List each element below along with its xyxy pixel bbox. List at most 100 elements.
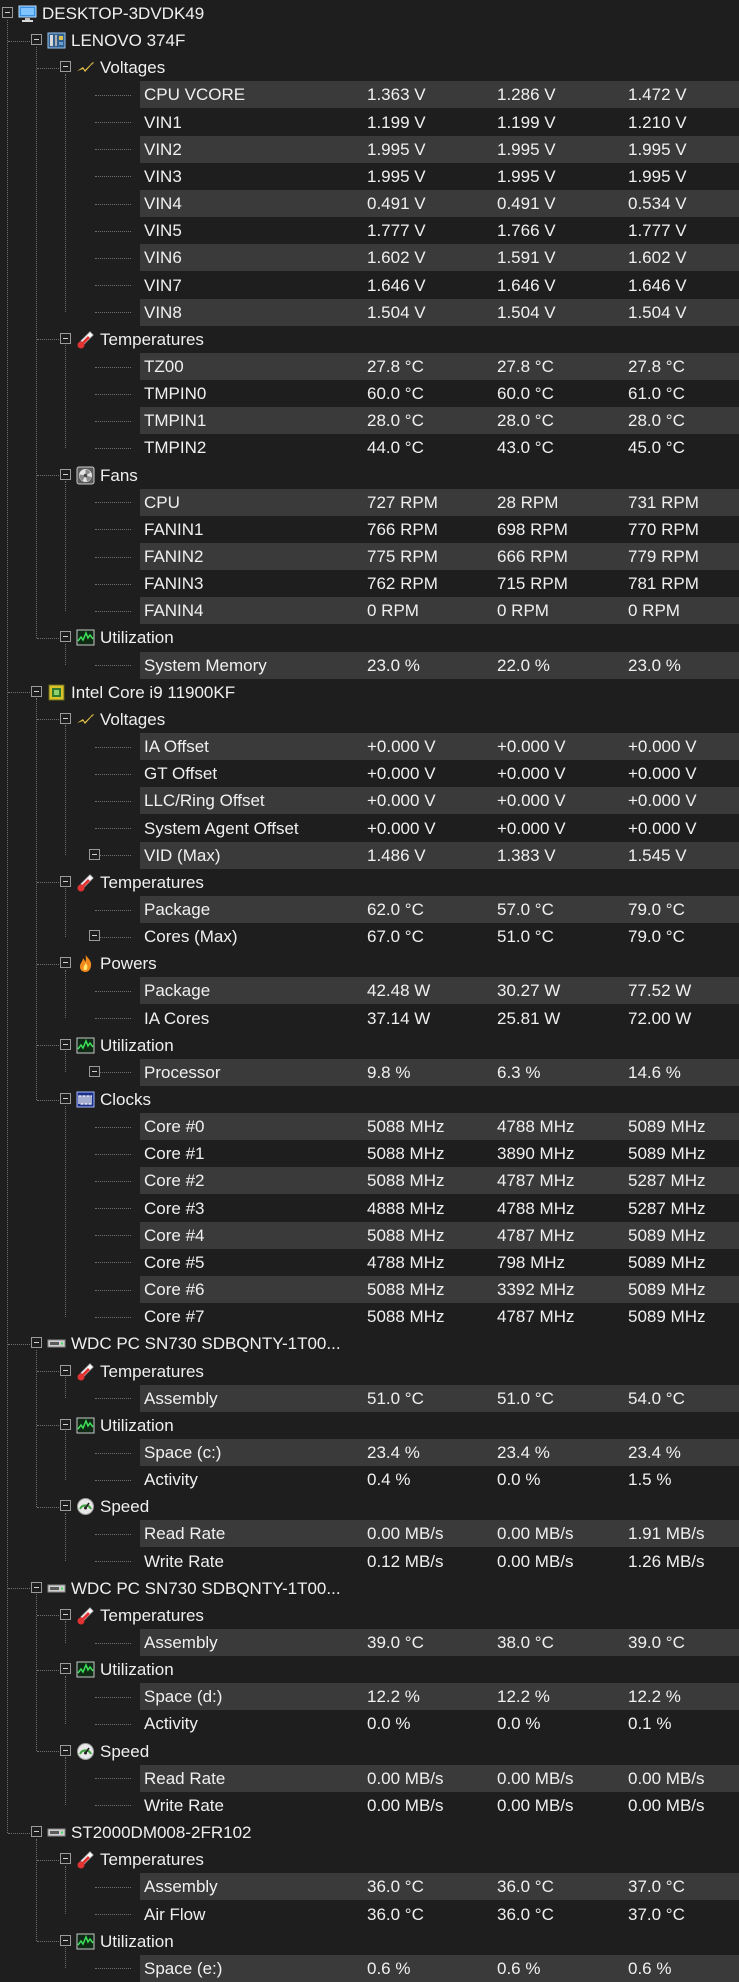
sensor-row-core-5[interactable]: Core #5 4788 MHz 798 MHz 5089 MHz (0, 1249, 739, 1276)
sensor-row-vin2[interactable]: VIN2 1.995 V 1.995 V 1.995 V (0, 135, 739, 163)
sensor-row-ia-cores[interactable]: IA Cores 37.14 W 25.81 W 72.00 W (0, 1005, 739, 1032)
sensor-row-vin6[interactable]: VIN6 1.602 V 1.591 V 1.602 V (0, 244, 739, 272)
tree-group-desktop-3dvdk49[interactable]: DESKTOP-3DVDK49 (0, 0, 739, 27)
sensor-row-air-flow[interactable]: Air Flow 36.0 °C 36.0 °C 37.0 °C (0, 1901, 739, 1928)
sensor-row-cpu-vcore[interactable]: CPU VCORE 1.363 V 1.286 V 1.472 V (0, 81, 739, 109)
tree-group-fans[interactable]: Fans (0, 462, 739, 489)
sensor-row-vin1[interactable]: VIN1 1.199 V 1.199 V 1.210 V (0, 109, 739, 136)
tree-group-st2000dm008-2fr102[interactable]: ST2000DM008-2FR102 (0, 1819, 739, 1846)
sensor-row-write-rate[interactable]: Write Rate 0.00 MB/s 0.00 MB/s 0.00 MB/s (0, 1792, 739, 1819)
sensor-row-space-c[interactable]: Space (c:) 23.4 % 23.4 % 23.4 % (0, 1438, 739, 1466)
collapse-toggle[interactable] (60, 875, 71, 887)
tree-group-speed[interactable]: Speed (0, 1493, 739, 1520)
sensor-row-vin3[interactable]: VIN3 1.995 V 1.995 V 1.995 V (0, 163, 739, 190)
sensor-row-activity[interactable]: Activity 0.4 % 0.0 % 1.5 % (0, 1466, 739, 1493)
tree-group-powers[interactable]: Powers (0, 950, 739, 977)
tree-group-temperatures[interactable]: Temperatures (0, 1358, 739, 1385)
collapse-toggle[interactable] (60, 1608, 71, 1620)
tree-group-temperatures[interactable]: Temperatures (0, 1602, 739, 1629)
tree-group-utilization[interactable]: Utilization (0, 1928, 739, 1955)
tree-group-speed[interactable]: Speed (0, 1738, 739, 1765)
tree-group-utilization[interactable]: Utilization (0, 1656, 739, 1683)
sensor-row-package[interactable]: Package 42.48 W 30.27 W 77.52 W (0, 977, 739, 1005)
sensor-row-write-rate[interactable]: Write Rate 0.12 MB/s 0.00 MB/s 1.26 MB/s (0, 1548, 739, 1575)
tree-group-temperatures[interactable]: Temperatures (0, 869, 739, 896)
tree-group-utilization[interactable]: Utilization (0, 624, 739, 651)
collapse-toggle[interactable] (60, 957, 71, 969)
sensor-row-read-rate[interactable]: Read Rate 0.00 MB/s 0.00 MB/s 1.91 MB/s (0, 1520, 739, 1548)
collapse-toggle[interactable] (31, 685, 42, 697)
tree-group-clocks[interactable]: Clocks (0, 1086, 739, 1113)
collapse-toggle[interactable] (60, 1364, 71, 1376)
sensor-row-cpu[interactable]: CPU 727 RPM 28 RPM 731 RPM (0, 488, 739, 516)
sensor-row-gt-offset[interactable]: GT Offset +0.000 V +0.000 V +0.000 V (0, 760, 739, 787)
expand-toggle[interactable] (89, 1065, 100, 1077)
collapse-toggle[interactable] (60, 1093, 71, 1104)
collapse-toggle[interactable] (60, 631, 71, 643)
sensor-row-fanin4[interactable]: FANIN4 0 RPM 0 RPM 0 RPM (0, 597, 739, 625)
sensor-row-vin4[interactable]: VIN4 0.491 V 0.491 V 0.534 V (0, 190, 739, 218)
sensor-row-read-rate[interactable]: Read Rate 0.00 MB/s 0.00 MB/s 0.00 MB/s (0, 1764, 739, 1792)
tree-group-utilization[interactable]: Utilization (0, 1412, 739, 1439)
sensor-row-system-agent-offset[interactable]: System Agent Offset +0.000 V +0.000 V +0.00… (0, 815, 739, 842)
sensor-row-fanin1[interactable]: FANIN1 766 RPM 698 RPM 770 RPM (0, 516, 739, 543)
tree-group-temperatures[interactable]: Temperatures (0, 1846, 739, 1873)
tree-group-wdc-pc-sn730-sdbqnty-1t00[interactable]: WDC PC SN730 SDBQNTY-1T00... (0, 1575, 739, 1602)
sensor-row-package[interactable]: Package 62.0 °C 57.0 °C 79.0 °C (0, 895, 739, 923)
collapse-toggle[interactable] (60, 1500, 71, 1512)
collapse-toggle[interactable] (60, 1744, 71, 1756)
sensor-row-activity[interactable]: Activity 0.0 % 0.0 % 0.1 % (0, 1710, 739, 1737)
sensor-row-assembly[interactable]: Assembly 51.0 °C 51.0 °C 54.0 °C (0, 1384, 739, 1412)
collapse-toggle[interactable] (31, 1826, 42, 1838)
collapse-toggle[interactable] (60, 1038, 71, 1050)
sensor-row-vid-max[interactable]: VID (Max) 1.486 V 1.383 V 1.545 V (0, 841, 739, 869)
collapse-toggle[interactable] (60, 1663, 71, 1675)
collapse-toggle[interactable] (60, 712, 71, 724)
tree-group-voltages[interactable]: Voltages (0, 54, 739, 81)
tree-group-intel-core-i9-11900kf[interactable]: Intel Core i9 11900KF (0, 679, 739, 706)
collapse-toggle[interactable] (31, 1581, 42, 1593)
sensor-row-ia-offset[interactable]: IA Offset +0.000 V +0.000 V +0.000 V (0, 733, 739, 761)
expand-toggle[interactable] (89, 848, 100, 860)
sensor-row-core-7[interactable]: Core #7 5088 MHz 4787 MHz 5089 MHz (0, 1303, 739, 1330)
expand-toggle[interactable] (89, 930, 100, 942)
tree-group-lenovo-374f[interactable]: LENOVO 374F (0, 27, 739, 54)
sensor-row-system-memory[interactable]: System Memory 23.0 % 22.0 % 23.0 % (0, 651, 739, 679)
tree-group-voltages[interactable]: Voltages (0, 706, 739, 733)
tree-group-utilization[interactable]: Utilization (0, 1032, 739, 1059)
collapse-toggle[interactable] (60, 468, 71, 480)
tree-group-wdc-pc-sn730-sdbqnty-1t00[interactable]: WDC PC SN730 SDBQNTY-1T00... (0, 1330, 739, 1357)
collapse-toggle[interactable] (60, 1934, 71, 1946)
collapse-toggle[interactable] (60, 332, 71, 344)
sensor-row-core-3[interactable]: Core #3 4888 MHz 4788 MHz 5287 MHz (0, 1195, 739, 1222)
collapse-toggle[interactable] (31, 34, 42, 46)
sensor-row-fanin3[interactable]: FANIN3 762 RPM 715 RPM 781 RPM (0, 570, 739, 597)
collapse-toggle[interactable] (2, 7, 13, 18)
sensor-row-tz00[interactable]: TZ00 27.8 °C 27.8 °C 27.8 °C (0, 352, 739, 380)
collapse-toggle[interactable] (60, 1418, 71, 1430)
sensor-row-cores-max[interactable]: Cores (Max) 67.0 °C 51.0 °C 79.0 °C (0, 923, 739, 950)
sensor-tree[interactable]: DESKTOP-3DVDK49 LENOVO 374F Voltages CPU VC… (0, 0, 739, 1982)
sensor-row-llc-ring-offset[interactable]: LLC/Ring Offset +0.000 V +0.000 V +0.000 V (0, 787, 739, 815)
sensor-row-space-e[interactable]: Space (e:) 0.6 % 0.6 % 0.6 % (0, 1954, 739, 1982)
collapse-toggle[interactable] (60, 61, 71, 73)
sensor-row-processor[interactable]: Processor 9.8 % 6.3 % 14.6 % (0, 1058, 739, 1086)
sensor-row-assembly[interactable]: Assembly 39.0 °C 38.0 °C 39.0 °C (0, 1629, 739, 1656)
sensor-row-vin8[interactable]: VIN8 1.504 V 1.504 V 1.504 V (0, 298, 739, 326)
sensor-row-vin5[interactable]: VIN5 1.777 V 1.766 V 1.777 V (0, 217, 739, 244)
collapse-toggle[interactable] (60, 1853, 71, 1865)
sensor-row-vin7[interactable]: VIN7 1.646 V 1.646 V 1.646 V (0, 272, 739, 299)
sensor-row-tmpin0[interactable]: TMPIN0 60.0 °C 60.0 °C 61.0 °C (0, 380, 739, 407)
collapse-toggle[interactable] (31, 1337, 42, 1349)
sensor-row-core-2[interactable]: Core #2 5088 MHz 4787 MHz 5287 MHz (0, 1167, 739, 1195)
sensor-row-tmpin1[interactable]: TMPIN1 28.0 °C 28.0 °C 28.0 °C (0, 407, 739, 435)
tree-group-temperatures[interactable]: Temperatures (0, 326, 739, 353)
sensor-row-core-6[interactable]: Core #6 5088 MHz 3392 MHz 5089 MHz (0, 1276, 739, 1304)
sensor-row-core-1[interactable]: Core #1 5088 MHz 3890 MHz 5089 MHz (0, 1140, 739, 1167)
sensor-row-fanin2[interactable]: FANIN2 775 RPM 666 RPM 779 RPM (0, 543, 739, 570)
sensor-row-core-0[interactable]: Core #0 5088 MHz 4788 MHz 5089 MHz (0, 1113, 739, 1141)
sensor-row-space-d[interactable]: Space (d:) 12.2 % 12.2 % 12.2 % (0, 1683, 739, 1711)
sensor-row-tmpin2[interactable]: TMPIN2 44.0 °C 43.0 °C 45.0 °C (0, 434, 739, 461)
sensor-row-core-4[interactable]: Core #4 5088 MHz 4787 MHz 5089 MHz (0, 1221, 739, 1249)
sensor-row-assembly[interactable]: Assembly 36.0 °C 36.0 °C 37.0 °C (0, 1873, 739, 1901)
